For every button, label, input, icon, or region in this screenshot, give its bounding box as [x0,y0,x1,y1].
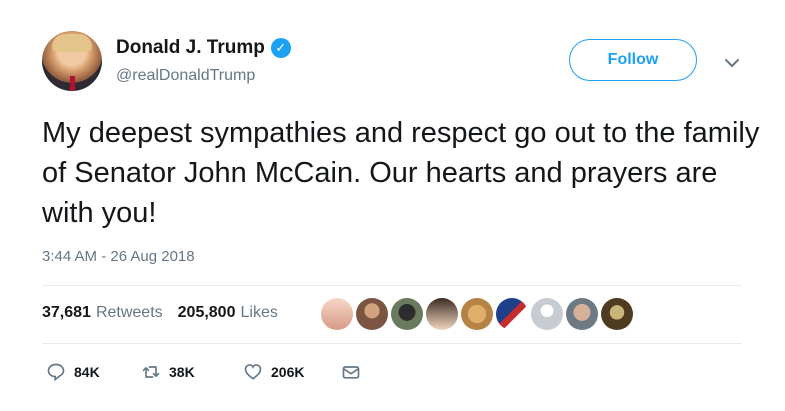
tweet-timestamp[interactable]: 3:44 AM - 26 Aug 2018 [42,248,195,265]
tweet-stats: 37,681 Retweets 205,800 Likes [42,304,278,322]
reply-count: 84K [74,364,100,380]
heart-icon [244,364,262,380]
message-button[interactable] [341,362,361,382]
author-avatar[interactable] [42,31,102,91]
liker-avatar-7[interactable] [531,298,563,330]
author-name[interactable]: Donald J. Trump [116,37,265,59]
divider-bottom [42,343,742,344]
verified-icon: ✓ [270,38,291,58]
retweet-count: 37,681 [42,304,91,321]
like-button[interactable]: 206K [243,362,341,382]
like-label: Likes [240,304,278,321]
like-action-count: 206K [271,364,305,380]
like-count: 205,800 [177,304,236,321]
avatar-tie-shape [70,76,75,91]
chevron-down-icon[interactable] [722,54,742,72]
author-name-row[interactable]: Donald J. Trump ✓ [116,37,291,59]
retweet-stat[interactable]: 37,681 Retweets [42,304,163,322]
liker-avatar-4[interactable] [426,298,458,330]
liker-avatar-1[interactable] [321,298,353,330]
retweet-action-count: 38K [169,364,195,380]
divider-top [42,285,742,286]
follow-button[interactable]: Follow [569,39,697,81]
retweet-label: Retweets [95,304,163,321]
tweet-text: My deepest sympathies and respect go out… [42,117,760,229]
retweet-button[interactable]: 38K [141,362,243,382]
author-handle[interactable]: @realDonaldTrump [116,67,255,85]
avatar-hair-shape [52,34,92,52]
envelope-icon [342,366,360,379]
liker-avatars [321,298,636,330]
reply-icon [47,363,65,382]
tweet-actions: 84K 38K 206K [46,362,361,382]
like-stat[interactable]: 205,800 Likes [178,304,278,322]
liker-avatar-6[interactable] [496,298,528,330]
reply-button[interactable]: 84K [46,362,141,382]
liker-avatar-3[interactable] [391,298,423,330]
liker-avatar-2[interactable] [356,298,388,330]
retweet-icon [142,366,160,378]
liker-avatar-8[interactable] [566,298,598,330]
liker-avatar-5[interactable] [461,298,493,330]
liker-avatar-9[interactable] [601,298,633,330]
